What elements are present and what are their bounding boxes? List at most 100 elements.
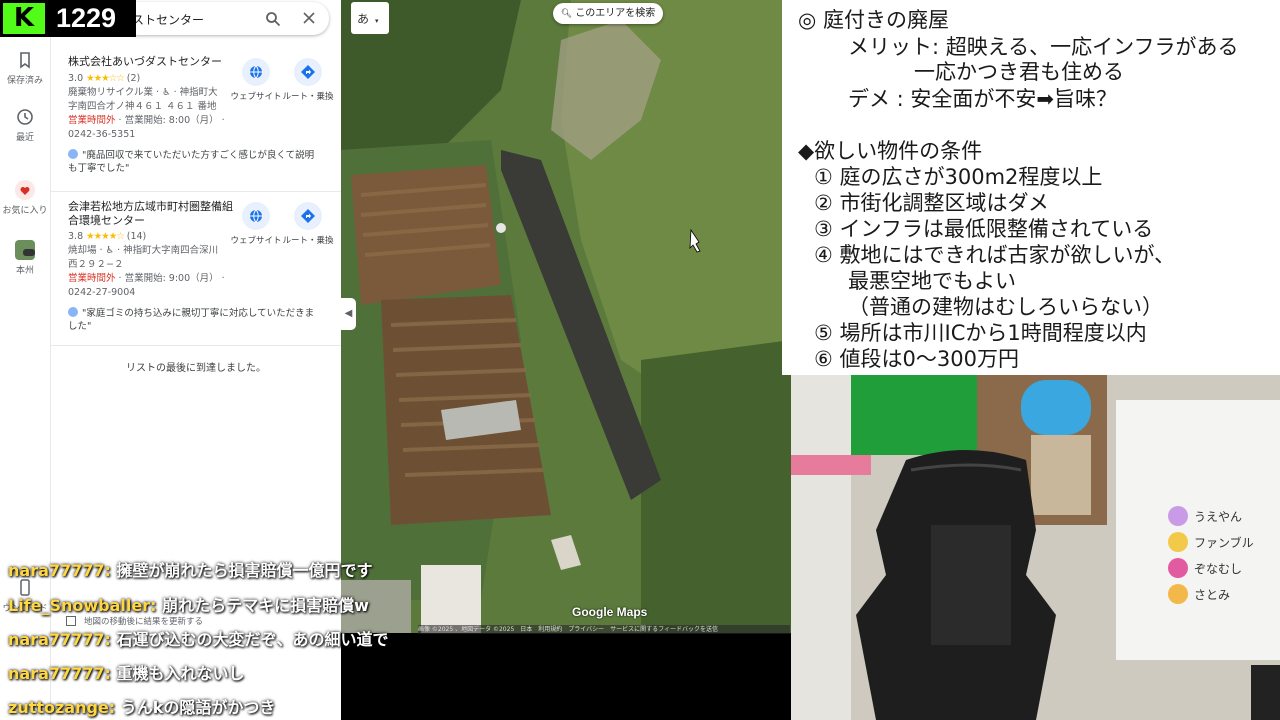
place-address: 西２９２−２ — [68, 259, 124, 270]
note-merit-cont: 一応かつき君も住める — [914, 60, 1124, 84]
review-snippet: "廃品回収で来ていただいた方すごく感じが良くて説明も丁寧でした" — [68, 149, 318, 175]
stream-viewer-badge: K 1229 — [0, 0, 136, 37]
place-address: 字南四合才ノ神４６１ ４６１ 番地 — [68, 101, 217, 112]
collapse-panel-button[interactable]: ◀ — [341, 298, 356, 330]
search-box[interactable]: ストセンター — [122, 2, 329, 35]
route-label: ルート・乗換 — [282, 92, 334, 102]
member-label: さとみ — [1168, 584, 1230, 604]
checkbox[interactable] — [66, 616, 76, 626]
history-icon — [17, 109, 33, 125]
member-label: ぞなむし — [1168, 558, 1242, 578]
note-condition: ① 庭の広さが300m2程度以上 — [814, 165, 1103, 189]
note-condition-cont: （普通の建物はむしろいらない） — [848, 295, 1163, 319]
route-button[interactable]: ルート・乗換 — [278, 58, 338, 102]
member-name: ファンブル — [1194, 536, 1254, 550]
chat-username: nara77777: — [8, 664, 111, 683]
chat-message: nara77777: 重機も入れないし — [8, 660, 245, 684]
chat-text: うんkの隠語がかつき — [115, 698, 276, 717]
recent-label: 最近 — [15, 133, 34, 143]
search-this-area-button[interactable]: 🔍︎ このエリアを検索 — [553, 3, 663, 24]
heart-icon — [15, 180, 35, 200]
result-item[interactable]: 会津若松地方広域市町村圏整備組合環境センター 3.8 ★★★★☆ (14) 焼却… — [51, 192, 341, 346]
avatar-icon — [1168, 584, 1188, 604]
review-snippet: "家庭ゴミの持ち込みに親切丁寧に対応していただきました" — [68, 307, 318, 333]
member-name: さとみ — [1194, 588, 1231, 602]
member-name: うえやん — [1194, 510, 1243, 524]
region-button[interactable]: 本州 — [2, 240, 48, 276]
website-button[interactable]: ウェブサイト — [226, 202, 286, 246]
lang-label: あ — [357, 12, 370, 26]
member-label: ファンブル — [1168, 532, 1254, 552]
reviewer-avatar-icon — [68, 307, 78, 317]
search-icon[interactable] — [265, 11, 281, 27]
chat-message: Life_Snowballer: 崩れたらテマキに損害賠償w — [8, 592, 369, 616]
closed-status: 営業時間外 — [68, 115, 116, 126]
star-rating: ★★★☆☆ — [86, 73, 125, 84]
avatar-icon — [1168, 506, 1188, 526]
map-attribution-bar: 画像 ©2025 、地図データ ©2025 日本 利用規約 プライバシー サービ… — [418, 625, 790, 634]
note-demerit: デメ : 安全面が不安➡旨味？ — [848, 87, 1118, 111]
close-icon[interactable] — [302, 11, 316, 25]
chat-username: nara77777: — [8, 561, 111, 580]
kick-logo: K — [3, 3, 45, 34]
note-condition-cont: 最悪空地でもよい — [848, 269, 1016, 293]
star-rating: ★★★★☆ — [86, 231, 125, 242]
satellite-imagery[interactable] — [341, 0, 791, 633]
notes-panel: ◎ 庭付きの廃屋 メリット: 超映える、一応インフラがある 一応かつき君も住める… — [782, 0, 1280, 375]
saved-button[interactable]: 保存済み — [2, 50, 48, 86]
website-button[interactable]: ウェブサイト — [226, 58, 286, 102]
search-icon: 🔍︎ — [560, 9, 573, 19]
chat-message: zuttozange: うんkの隠語がかつき — [8, 694, 275, 718]
review-count: (2) — [126, 73, 141, 84]
note-condition: ② 市街化調整区域はダメ — [814, 191, 1049, 215]
chat-text: 石運び込むの大変だぞ、あの細い道で — [110, 630, 389, 649]
review-count: (14) — [126, 231, 147, 242]
place-name[interactable]: 株式会社あいづダストセンター — [68, 55, 234, 69]
closed-status: 営業時間外 — [68, 273, 116, 284]
hours-row: 営業時間外 · 営業開始: 8:00（月） · — [68, 114, 225, 127]
place-category: 廃棄物リサイクル業 · ♿ · 神指町大 — [68, 87, 218, 98]
rating-value: 3.8 — [68, 231, 84, 242]
recent-button[interactable]: 最近 — [2, 107, 48, 143]
member-name: ぞなむし — [1194, 562, 1243, 576]
note-condition: ⑤ 場所は市川ICから1時間程度以内 — [814, 321, 1147, 345]
rating-row: 3.8 ★★★★☆ (14) — [68, 230, 146, 243]
results-list: 株式会社あいづダストセンター 3.0 ★★★☆☆ (2) 廃棄物リサイクル業 ·… — [51, 43, 341, 633]
avatar-icon — [1168, 532, 1188, 552]
route-button[interactable]: ルート・乗換 — [278, 202, 338, 246]
chat-text: 崩れたらテマキに損害賠償w — [156, 596, 369, 615]
region-label: 本州 — [15, 266, 34, 276]
chat-username: Life_Snowballer: — [8, 596, 157, 615]
saved-label: 保存済み — [6, 76, 43, 86]
webcam-feed: うえやん ファンブル ぞなむし さとみ — [791, 375, 1280, 720]
directions-icon — [294, 58, 322, 86]
place-name[interactable]: 会津若松地方広域市町村圏整備組合環境センター — [68, 200, 234, 228]
website-label: ウェブサイト — [230, 236, 282, 246]
reviewer-avatar-icon — [68, 149, 78, 159]
rating-row: 3.0 ★★★☆☆ (2) — [68, 72, 140, 85]
hours-row: 営業時間外 · 営業開始: 9:00（月） · — [68, 272, 225, 285]
chat-message: nara77777: 擁壁が崩れたら損害賠償一億円です — [8, 557, 373, 581]
phone-number: 0242-27-9004 — [68, 287, 136, 298]
favorites-button[interactable]: お気に入り — [2, 180, 48, 216]
note-title: ◎ 庭付きの廃屋 — [798, 8, 949, 32]
input-language-button[interactable]: あ ▾ — [351, 2, 389, 34]
globe-icon — [242, 58, 270, 86]
rating-value: 3.0 — [68, 73, 84, 84]
note-condition: ⑥ 値段は0～300万円 — [814, 347, 1019, 371]
website-label: ウェブサイト — [230, 92, 282, 102]
favorites-label: お気に入り — [2, 206, 48, 216]
phone-number: 0242-36-5351 — [68, 129, 136, 140]
globe-icon — [242, 202, 270, 230]
satellite-map[interactable] — [341, 0, 791, 633]
search-input[interactable]: ストセンター — [132, 11, 204, 28]
open-time: · 営業開始: 8:00（月） · — [115, 115, 225, 126]
chat-text: 重機も入れないし — [110, 664, 245, 683]
map-thumbnail-icon — [15, 240, 35, 260]
route-label: ルート・乗換 — [282, 236, 334, 246]
review-text: "家庭ゴミの持ち込みに親切丁寧に対応していただきました" — [68, 308, 315, 332]
result-item[interactable]: 株式会社あいづダストセンター 3.0 ★★★☆☆ (2) 廃棄物リサイクル業 ·… — [51, 43, 341, 192]
note-condition: ④ 敷地にはできれば古家が欲しいが、 — [814, 243, 1176, 267]
directions-icon — [294, 202, 322, 230]
google-maps-logo: Google Maps — [572, 605, 648, 619]
